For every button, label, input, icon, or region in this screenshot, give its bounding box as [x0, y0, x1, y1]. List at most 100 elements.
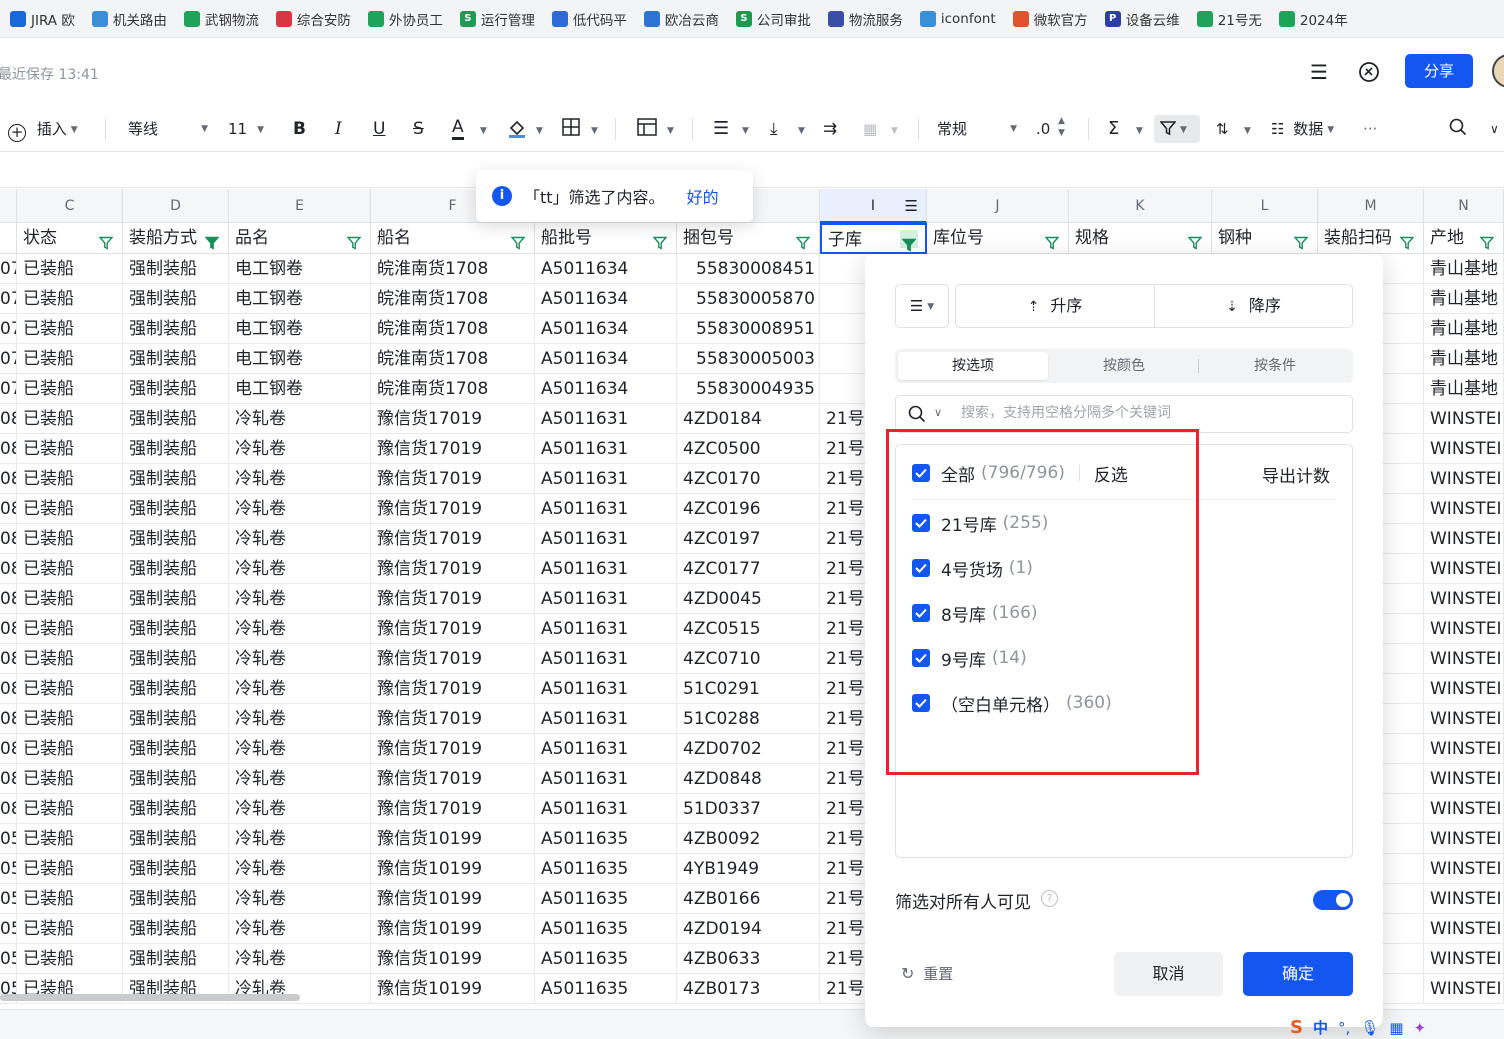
table-cell[interactable]: 51C0291 [677, 674, 820, 704]
align-icon[interactable]: ☰ [713, 118, 729, 140]
table-cell[interactable]: 强制装船 [123, 254, 229, 284]
help-icon[interactable]: ? [1041, 890, 1058, 907]
table-cell[interactable]: 08 [0, 734, 17, 764]
table-cell[interactable]: A5011631 [535, 764, 677, 794]
underline-icon[interactable]: U [373, 118, 385, 140]
table-cell[interactable]: A5011635 [535, 884, 677, 914]
menu-icon[interactable]: ☰ [1307, 60, 1331, 84]
table-cell[interactable]: 已装船 [17, 314, 123, 344]
table-cell[interactable]: 已装船 [17, 854, 123, 884]
table-cell[interactable]: 豫信货17019 [371, 704, 535, 734]
table-cell[interactable]: 强制装船 [123, 854, 229, 884]
table-cell[interactable]: A5011635 [535, 914, 677, 944]
search-input[interactable] [961, 405, 1341, 421]
confirm-button[interactable]: 确定 [1243, 952, 1353, 996]
table-cell[interactable]: 已装船 [17, 434, 123, 464]
filter-icon[interactable] [1044, 230, 1060, 250]
header-cell[interactable]: 规格 [1069, 223, 1212, 254]
bookmark-item[interactable]: 外协员工 [367, 9, 443, 29]
table-cell[interactable]: 豫信货17019 [371, 614, 535, 644]
table-cell[interactable]: 已装船 [17, 644, 123, 674]
table-cell[interactable]: 4ZD0184 [677, 404, 820, 434]
table-cell[interactable]: 强制装船 [123, 704, 229, 734]
table-cell[interactable]: 已装船 [17, 914, 123, 944]
table-cell[interactable]: 4ZD0045 [677, 584, 820, 614]
table-cell[interactable]: 电工钢卷 [229, 374, 371, 404]
table-cell[interactable]: 08 [0, 674, 17, 704]
table-cell[interactable]: 豫信货17019 [371, 764, 535, 794]
vertical-align-icon[interactable]: ⤓ [770, 118, 778, 140]
filter-option[interactable]: （空白单元格） (360) [912, 690, 1112, 716]
header-cell[interactable]: 船名 [371, 223, 535, 254]
table-cell[interactable]: 冷轧卷 [229, 944, 371, 974]
table-cell[interactable]: 已装船 [17, 404, 123, 434]
table-cell[interactable]: 08 [0, 464, 17, 494]
table-cell[interactable]: 冷轧卷 [229, 614, 371, 644]
visibility-toggle[interactable] [1313, 890, 1353, 910]
table-cell[interactable]: WINSTEI [1424, 974, 1504, 1004]
table-cell[interactable]: 08 [0, 704, 17, 734]
table-cell[interactable]: 已装船 [17, 494, 123, 524]
table-cell[interactable]: 08 [0, 404, 17, 434]
bookmark-item[interactable]: JIRA 欧 [10, 9, 75, 29]
tab-by-option[interactable]: 按选项 [898, 352, 1048, 380]
table-cell[interactable]: A5011631 [535, 794, 677, 824]
table-cell[interactable]: 已装船 [17, 464, 123, 494]
table-cell[interactable]: 05 [0, 884, 17, 914]
table-cell[interactable]: 豫信货17019 [371, 494, 535, 524]
table-cell[interactable]: 51C0288 [677, 704, 820, 734]
table-cell[interactable]: 冷轧卷 [229, 674, 371, 704]
table-cell[interactable]: 强制装船 [123, 734, 229, 764]
table-cell[interactable]: WINSTEI [1424, 884, 1504, 914]
table-cell[interactable]: 强制装船 [123, 374, 229, 404]
table-cell[interactable]: WINSTEI [1424, 794, 1504, 824]
punctuation-icon[interactable]: °, [1338, 1019, 1350, 1037]
table-cell[interactable]: 08 [0, 794, 17, 824]
option-search[interactable]: ∨ [895, 395, 1353, 433]
checkbox-checked-icon[interactable] [912, 559, 930, 577]
table-cell[interactable]: 强制装船 [123, 524, 229, 554]
checkbox-checked-icon[interactable] [912, 694, 930, 712]
header-cell[interactable]: 装船方式 [123, 223, 229, 254]
table-cell[interactable]: A5011631 [535, 674, 677, 704]
border-icon[interactable] [562, 118, 580, 140]
table-cell[interactable]: 4ZC0197 [677, 524, 820, 554]
table-cell[interactable]: 08 [0, 554, 17, 584]
column-letter-header[interactable]: D [123, 189, 229, 223]
decimal-button[interactable]: .0 [1036, 118, 1050, 140]
column-letter-header[interactable]: M [1318, 189, 1424, 223]
table-cell[interactable]: 青山基地 [1424, 314, 1504, 344]
avatar[interactable] [1492, 54, 1504, 88]
table-cell[interactable]: WINSTEI [1424, 734, 1504, 764]
table-cell[interactable]: 强制装船 [123, 584, 229, 614]
table-cell[interactable]: 冷轧卷 [229, 914, 371, 944]
table-cell[interactable]: 豫信货10199 [371, 884, 535, 914]
table-cell[interactable]: 4ZC0515 [677, 614, 820, 644]
tab-by-condition[interactable]: 按条件 [1200, 352, 1350, 380]
table-cell[interactable]: 冷轧卷 [229, 794, 371, 824]
table-cell[interactable]: 豫信货17019 [371, 404, 535, 434]
table-cell[interactable]: 冷轧卷 [229, 554, 371, 584]
header-cell[interactable]: 捆包号 [677, 223, 820, 254]
bookmark-item[interactable]: iconfont [919, 10, 996, 27]
collapse-toolbar-icon[interactable]: ∨ [1490, 118, 1499, 140]
table-cell[interactable]: 电工钢卷 [229, 314, 371, 344]
table-cell[interactable]: WINSTEI [1424, 704, 1504, 734]
header-cell[interactable]: 库位号 [927, 223, 1069, 254]
table-cell[interactable]: WINSTEI [1424, 464, 1504, 494]
table-cell[interactable]: 冷轧卷 [229, 434, 371, 464]
table-cell[interactable]: A5011631 [535, 704, 677, 734]
table-cell[interactable]: 4ZD0848 [677, 764, 820, 794]
table-cell[interactable]: 已装船 [17, 254, 123, 284]
filter-icon[interactable] [1293, 230, 1309, 250]
bookmark-item[interactable]: P 设备云维 [1104, 9, 1180, 29]
table-cell[interactable]: 冷轧卷 [229, 854, 371, 884]
table-cell[interactable]: WINSTEI [1424, 854, 1504, 884]
chinese-mode-icon[interactable]: 中 [1313, 1017, 1328, 1038]
search-icon[interactable] [1449, 118, 1467, 140]
reset-button[interactable]: ↻ 重置 [901, 963, 953, 984]
bookmark-item[interactable]: 21号无 [1196, 9, 1262, 29]
table-cell[interactable]: A5011634 [535, 254, 677, 284]
table-cell[interactable]: 08 [0, 644, 17, 674]
table-cell[interactable]: 强制装船 [123, 614, 229, 644]
